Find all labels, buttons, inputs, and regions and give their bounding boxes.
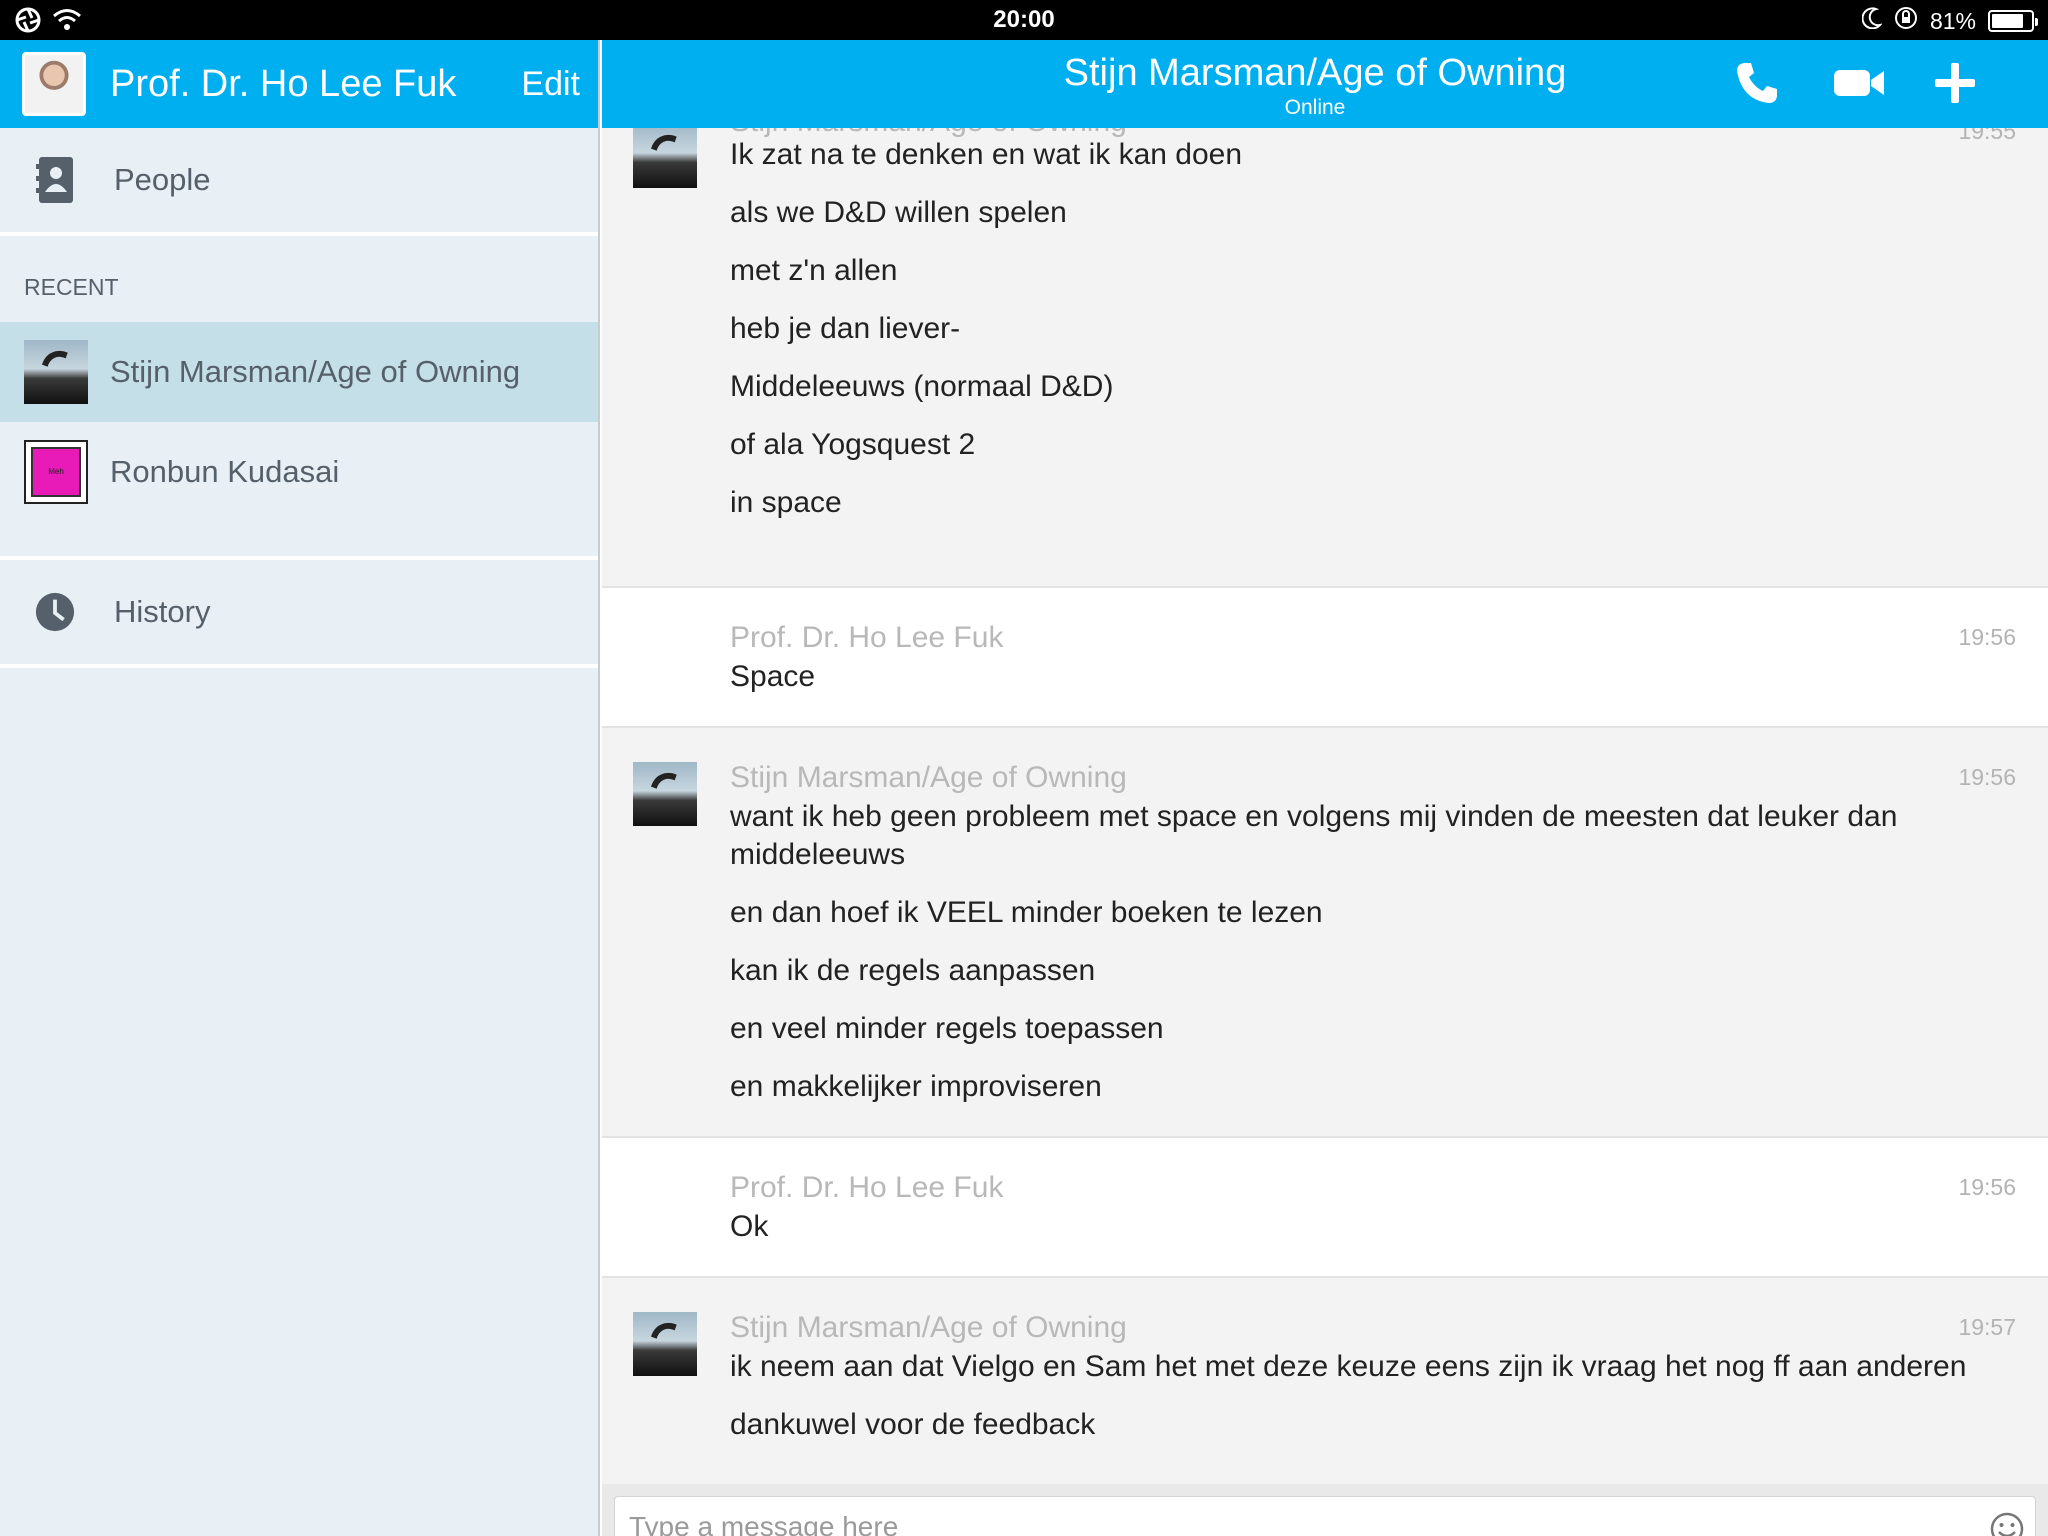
message-line: kan ik de regels aanpassen	[730, 954, 1096, 987]
rotation-lock-icon	[1894, 6, 1918, 36]
message-line: Ok	[730, 1210, 769, 1243]
contact-stijn-marsman[interactable]: Stijn Marsman/Age of Owning	[0, 322, 598, 422]
message-group: 19:56 Prof. Dr. Ho Lee Fuk Space	[602, 588, 2048, 728]
avatar-text: Meh	[31, 447, 81, 497]
status-time: 20:00	[993, 6, 1055, 33]
message-line: of ala Yogsquest 2	[730, 428, 976, 461]
presence-status: Online	[1284, 96, 1346, 119]
avatar	[24, 340, 88, 404]
message-line: heb je dan liever-	[730, 312, 961, 345]
profile-avatar[interactable]	[22, 52, 86, 116]
message-sender: Stijn Marsman/Age of Owning	[730, 1311, 1127, 1344]
sidebar-item-label: People	[114, 162, 211, 197]
message-line: en veel minder regels toepassen	[730, 1012, 1164, 1045]
emoji-icon[interactable]	[1989, 1511, 2025, 1536]
message-line: Middeleeuws (normaal D&D)	[730, 370, 1114, 403]
sidebar-item-history[interactable]: History	[0, 560, 598, 668]
plus-icon	[1933, 61, 1977, 110]
message-sender: Prof. Dr. Ho Lee Fuk	[730, 621, 1004, 654]
call-button[interactable]	[1732, 60, 1782, 110]
battery-icon	[1988, 10, 2038, 32]
message-time: 19:57	[1958, 1314, 2016, 1340]
sidebar-header: Prof. Dr. Ho Lee Fuk Edit	[0, 40, 598, 128]
moon-icon	[1861, 7, 1883, 35]
message-line: met z'n allen	[730, 254, 898, 287]
add-button[interactable]	[1930, 60, 1980, 110]
message-line: want ik heb geen probleem met space en v…	[730, 800, 1898, 871]
message-time: 19:56	[1958, 624, 2016, 650]
message-input[interactable]	[629, 1505, 1959, 1536]
message-line: Space	[730, 660, 816, 693]
avatar	[633, 1312, 697, 1376]
message-list[interactable]: 19:55 Stijn Marsman/Age of Owning Ik zat…	[602, 128, 2048, 1484]
message-sender: Stijn Marsman/Age of Owning	[730, 761, 1127, 794]
message-line: en makkelijker improviseren	[730, 1070, 1102, 1103]
message-line: in space	[730, 486, 842, 519]
video-call-button[interactable]	[1834, 60, 1884, 110]
composer-box	[614, 1496, 2036, 1536]
avatar: Meh	[24, 440, 88, 504]
recent-heading: RECENT	[24, 274, 119, 300]
sidebar: Prof. Dr. Ho Lee Fuk Edit People RECENT …	[0, 40, 600, 1536]
message-time: 19:56	[1958, 1174, 2016, 1200]
message-line: en dan hoef ik VEEL minder boeken te lez…	[730, 896, 1323, 929]
avatar	[633, 762, 697, 826]
message-line: als we D&D willen spelen	[730, 196, 1067, 229]
avatar	[633, 128, 697, 188]
message-sender: Prof. Dr. Ho Lee Fuk	[730, 1171, 1004, 1204]
composer-bar	[602, 1484, 2048, 1536]
contact-name: Stijn Marsman/Age of Owning	[110, 354, 521, 389]
chat-header: Stijn Marsman/Age of Owning Online	[602, 40, 2048, 128]
contact-ronbun-kudasai[interactable]: Meh Ronbun Kudasai	[0, 422, 598, 522]
contacts-book-icon	[34, 155, 76, 205]
chat-title[interactable]: Stijn Marsman/Age of Owning	[602, 52, 2048, 95]
message-group: 19:55 Stijn Marsman/Age of Owning Ik zat…	[602, 128, 2048, 588]
status-bar: 20:00 81%	[0, 0, 2048, 40]
battery-percent: 81%	[1929, 7, 1976, 34]
message-group: 19:57 Stijn Marsman/Age of Owning ik nee…	[602, 1278, 2048, 1484]
clock-icon	[34, 587, 76, 637]
message-time: 19:56	[1958, 764, 2016, 790]
sidebar-item-people[interactable]: People	[0, 128, 598, 236]
message-line: ik neem aan dat Vielgo en Sam het met de…	[730, 1350, 1967, 1383]
edit-button[interactable]: Edit	[521, 65, 580, 104]
message-group: 19:56 Prof. Dr. Ho Lee Fuk Ok	[602, 1138, 2048, 1278]
message-group: 19:56 Stijn Marsman/Age of Owning want i…	[602, 728, 2048, 1138]
video-camera-icon	[1833, 67, 1885, 104]
contact-name: Ronbun Kudasai	[110, 454, 340, 489]
sidebar-item-label: History	[114, 594, 211, 629]
profile-name[interactable]: Prof. Dr. Ho Lee Fuk	[110, 63, 521, 106]
divider	[0, 522, 598, 560]
phone-icon	[1734, 60, 1780, 111]
message-line: dankuwel voor de feedback	[730, 1408, 1096, 1441]
chat-pane: Stijn Marsman/Age of Owning Online 19:55…	[602, 40, 2048, 1536]
message-line: Ik zat na te denken en wat ik kan doen	[730, 138, 1243, 171]
